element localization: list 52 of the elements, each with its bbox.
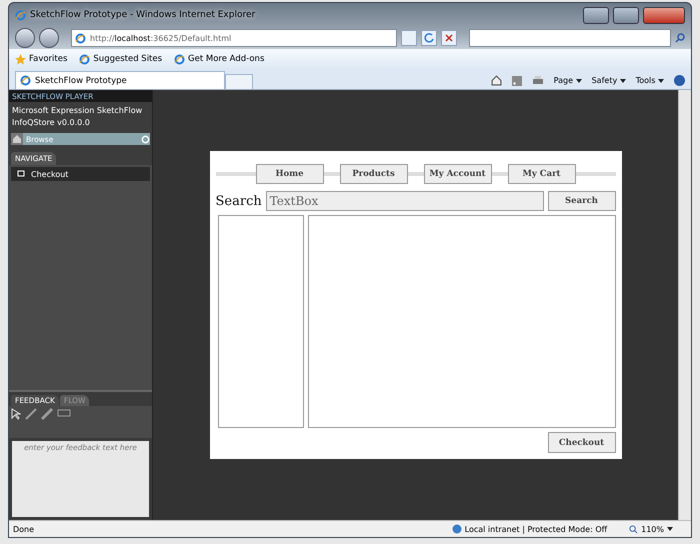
ie-logo-icon [20, 75, 31, 86]
security-zone: Local intranet | Protected Mode: Off [464, 524, 608, 534]
favorites-bar-item[interactable]: Favorites [29, 54, 68, 64]
pointer-icon[interactable] [11, 408, 21, 420]
ie-logo-icon [79, 54, 90, 64]
app-title: Microsoft Expression SketchFlow [11, 105, 144, 117]
nav-button[interactable]: Home [256, 164, 324, 184]
stop-icon[interactable] [441, 30, 457, 46]
zoom-icon[interactable] [629, 524, 638, 534]
screen-item[interactable]: Checkout [11, 167, 150, 181]
zoom-level[interactable]: 110% [641, 524, 664, 534]
highlighter-icon[interactable] [41, 408, 53, 420]
search-textbox[interactable]: TextBox [266, 191, 544, 211]
command-menu[interactable]: Tools [636, 76, 664, 85]
search-icon[interactable] [675, 33, 685, 43]
ie-logo-icon [15, 10, 26, 20]
command-menu[interactable]: Page [554, 76, 582, 85]
home-icon[interactable] [11, 133, 23, 145]
eraser-icon[interactable] [57, 408, 71, 418]
ie-logo-icon [75, 32, 86, 44]
search-label: Search [216, 194, 262, 208]
ie-logo-icon [174, 54, 186, 64]
star-icon[interactable] [15, 54, 26, 64]
back-button[interactable] [15, 28, 35, 48]
pen-icon[interactable] [25, 408, 37, 420]
command-menu[interactable]: Safety [592, 76, 626, 85]
printer-icon[interactable] [532, 76, 544, 86]
new-tab-button[interactable] [225, 74, 253, 89]
caret-icon [658, 79, 664, 83]
search-button[interactable]: Search [548, 191, 616, 211]
browser-tab[interactable]: SketchFlow Prototype [15, 71, 225, 89]
address-field[interactable]: http://localhost:36625/Default.html [71, 29, 397, 47]
nav-button[interactable]: My Account [424, 164, 492, 184]
monitor-icon [17, 170, 25, 178]
maximize-button[interactable] [613, 6, 639, 24]
favorites-bar-item[interactable]: Suggested Sites [93, 54, 162, 64]
caret-icon [576, 79, 582, 83]
forward-button[interactable] [39, 28, 59, 48]
search-field[interactable] [469, 29, 671, 47]
checkout-button[interactable]: Checkout [548, 432, 616, 453]
scrollbar[interactable] [678, 90, 691, 520]
favorites-bar-item[interactable]: Get More Add-ons [188, 54, 264, 64]
nav-button[interactable]: Products [340, 164, 408, 184]
nav-button[interactable]: My Cart [508, 164, 576, 184]
project-version: InfoQStore v0.0.0.0 [11, 117, 91, 129]
window-title: SketchFlow Prototype - Windows Internet Explorer [30, 10, 256, 20]
minimize-button[interactable] [583, 6, 609, 24]
caret-icon [667, 527, 673, 531]
home-icon[interactable] [490, 75, 502, 86]
caret-icon [620, 79, 626, 83]
status-text: Done [13, 524, 34, 534]
close-button[interactable] [643, 6, 685, 24]
